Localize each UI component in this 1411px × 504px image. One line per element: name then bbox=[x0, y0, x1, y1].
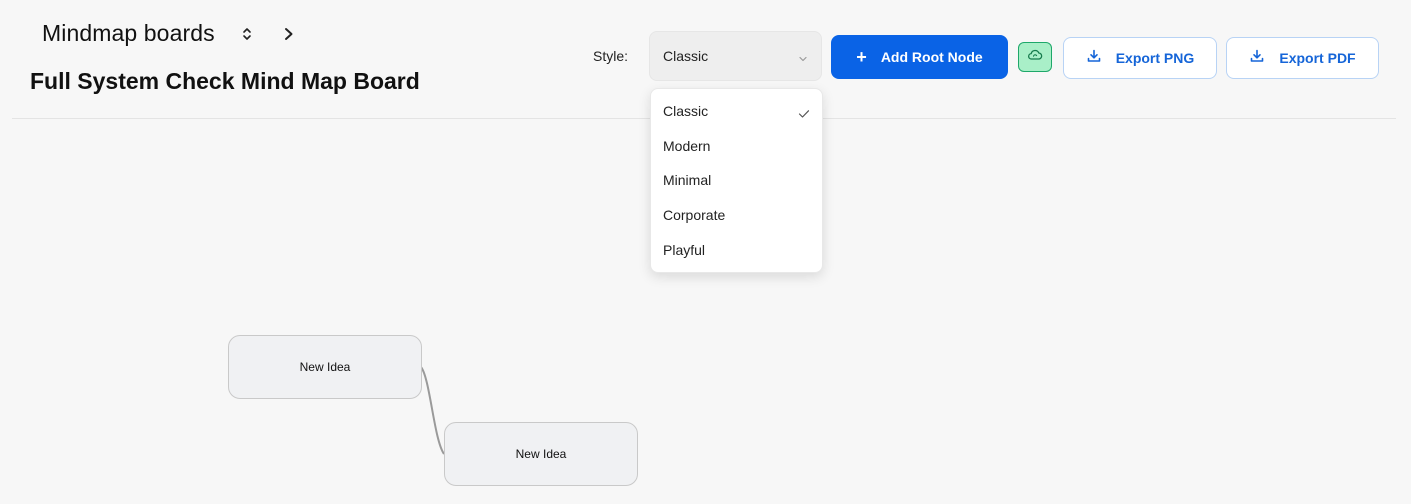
style-option-label: Classic bbox=[663, 103, 709, 120]
node-label: New Idea bbox=[515, 447, 567, 461]
export-png-label: Export PNG bbox=[1115, 50, 1195, 66]
style-option-label: Playful bbox=[663, 241, 706, 258]
breadcrumb-mindmap-boards[interactable]: Mindmap boards bbox=[42, 20, 215, 47]
style-option-label: Modern bbox=[663, 137, 711, 154]
export-png-button[interactable]: Export PNG bbox=[1063, 37, 1217, 79]
add-root-node-label: Add Root Node bbox=[880, 49, 983, 65]
cloud-sync-button[interactable] bbox=[1018, 42, 1052, 72]
chevron-down-icon bbox=[798, 51, 808, 62]
style-option-modern[interactable]: Modern bbox=[651, 129, 822, 164]
mindmap-node[interactable]: New Idea bbox=[228, 335, 422, 399]
mindmap-node[interactable]: New Idea bbox=[444, 422, 638, 486]
style-label: Style: bbox=[593, 48, 629, 64]
download-icon bbox=[1249, 48, 1265, 69]
export-pdf-button[interactable]: Export PDF bbox=[1226, 37, 1379, 79]
style-dropdown-menu: Classic Modern Minimal Corporate Playful bbox=[650, 88, 823, 273]
download-icon bbox=[1086, 48, 1102, 69]
node-label: New Idea bbox=[299, 360, 351, 374]
check-icon bbox=[798, 106, 810, 118]
app-window: Mindmap boards Full System Check Mind Ma… bbox=[0, 0, 1411, 504]
style-option-label: Minimal bbox=[663, 172, 712, 189]
style-option-playful[interactable]: Playful bbox=[651, 232, 822, 267]
export-pdf-label: Export PDF bbox=[1279, 50, 1356, 66]
style-select[interactable]: Classic bbox=[649, 31, 822, 81]
style-option-minimal[interactable]: Minimal bbox=[651, 163, 822, 198]
plus-icon: + bbox=[856, 46, 867, 67]
style-option-label: Corporate bbox=[663, 207, 726, 224]
style-select-value: Classic bbox=[663, 48, 709, 64]
breadcrumb: Mindmap boards bbox=[42, 20, 295, 47]
chevron-right-icon bbox=[283, 25, 295, 43]
style-option-corporate[interactable]: Corporate bbox=[651, 198, 822, 233]
cloud-sync-icon bbox=[1027, 48, 1043, 67]
style-option-classic[interactable]: Classic bbox=[651, 94, 822, 129]
page-title: Full System Check Mind Map Board bbox=[30, 68, 420, 94]
chevron-up-down-icon[interactable] bbox=[241, 25, 253, 43]
add-root-node-button[interactable]: + Add Root Node bbox=[831, 35, 1008, 79]
